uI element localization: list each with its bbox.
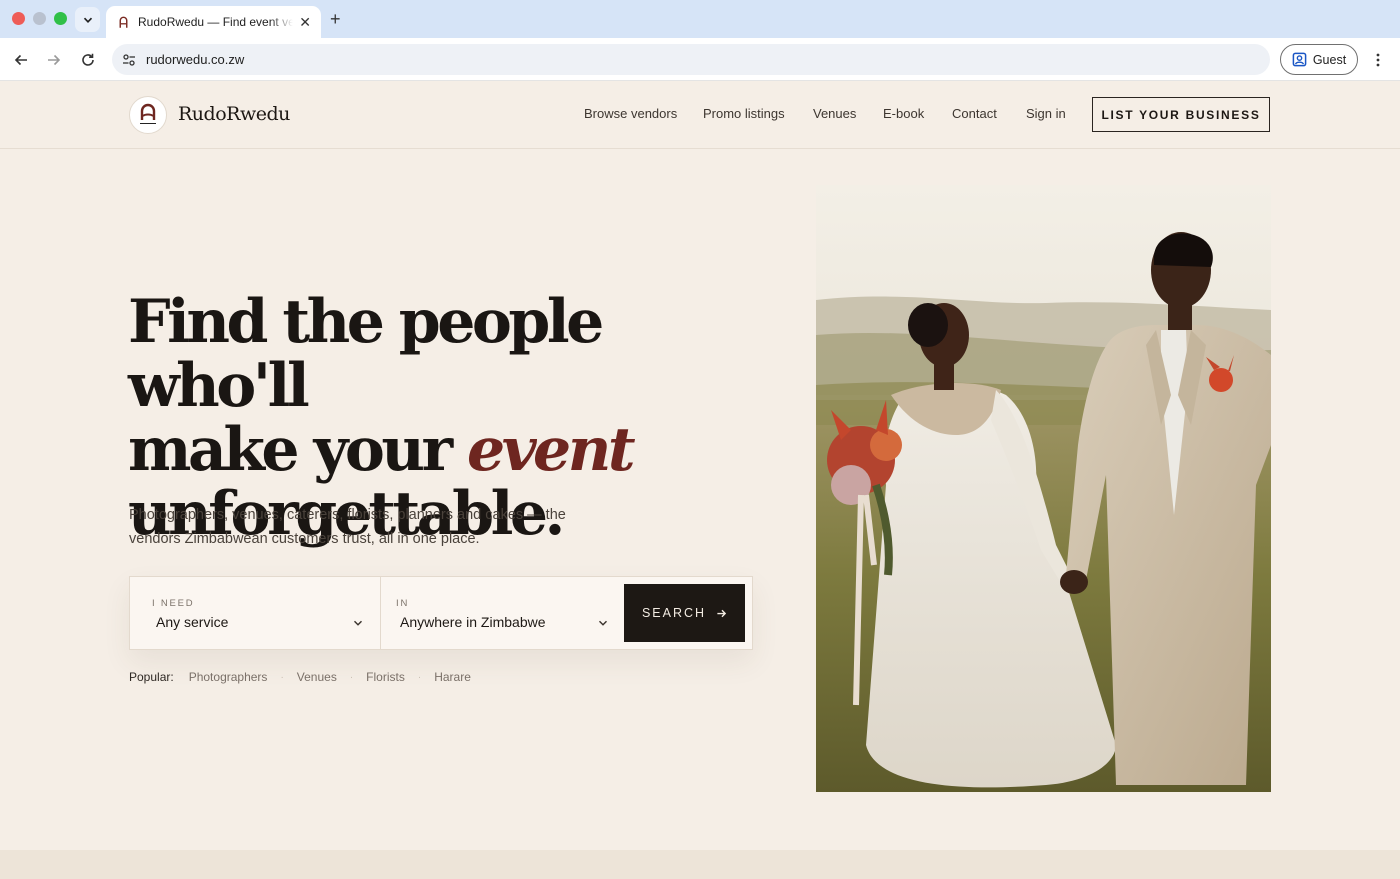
- site-settings-icon[interactable]: [120, 51, 138, 69]
- brand-logo[interactable]: [129, 96, 167, 134]
- location-select-label: IN: [396, 598, 410, 609]
- separator-dot: ·: [280, 671, 284, 683]
- browser-menu-icon[interactable]: [1370, 50, 1386, 70]
- headline-line-2: make your: [128, 415, 468, 485]
- service-select[interactable]: I NEED Any service: [130, 577, 381, 649]
- nav-promo-listings[interactable]: Promo listings: [703, 106, 785, 121]
- next-section-edge: [0, 850, 1400, 879]
- hero-couple-image: [816, 185, 1271, 792]
- chevron-down-icon: [598, 620, 608, 626]
- profile-icon: [1292, 52, 1307, 67]
- url-text: rudorwedu.co.zw: [146, 52, 245, 67]
- nav-browse-vendors[interactable]: Browse vendors: [584, 106, 677, 121]
- popular-searches: Popular: Photographers · Venues · Floris…: [129, 670, 471, 684]
- browser-tab-active[interactable]: RudoRwedu — Find event vendors ✕: [106, 6, 321, 38]
- back-arrow-icon[interactable]: [11, 50, 31, 70]
- tab-close-icon[interactable]: ✕: [299, 15, 311, 29]
- window-maximize-button[interactable]: [54, 12, 67, 25]
- browser-tab-bar: RudoRwedu — Find event vendors ✕ +: [0, 0, 1400, 38]
- tab-title: RudoRwedu — Find event vendors: [138, 15, 293, 29]
- nav-ebook[interactable]: E-book: [883, 106, 924, 121]
- browser-toolbar: rudorwedu.co.zw Guest: [0, 38, 1400, 81]
- reload-icon[interactable]: [78, 50, 98, 70]
- popular-link-harare[interactable]: Harare: [434, 670, 471, 684]
- search-button-label: SEARCH: [641, 606, 707, 620]
- forward-arrow-icon[interactable]: [44, 50, 64, 70]
- popular-label: Popular:: [129, 670, 174, 684]
- popular-link-venues[interactable]: Venues: [297, 670, 337, 684]
- window-minimize-button[interactable]: [33, 12, 46, 25]
- popular-link-florists[interactable]: Florists: [366, 670, 405, 684]
- profile-label: Guest: [1312, 52, 1347, 67]
- window-close-button[interactable]: [12, 12, 25, 25]
- profile-button[interactable]: Guest: [1280, 44, 1358, 75]
- chevron-down-icon: [83, 17, 92, 23]
- brand-name[interactable]: RudoRwedu: [178, 103, 290, 125]
- address-bar[interactable]: rudorwedu.co.zw: [112, 44, 1270, 75]
- arrow-right-icon: [717, 609, 727, 617]
- headline-emphasis: event: [467, 415, 636, 485]
- nav-contact[interactable]: Contact: [952, 106, 997, 121]
- nav-sign-in[interactable]: Sign in: [1026, 106, 1066, 121]
- location-select-value: Anywhere in Zimbabwe: [400, 614, 546, 630]
- chevron-down-icon: [353, 620, 363, 626]
- service-select-label: I NEED: [152, 598, 195, 609]
- nav-venues[interactable]: Venues: [813, 106, 856, 121]
- tab-search-button[interactable]: [75, 7, 100, 32]
- hero-subtitle: Photographers, venues, caterers, florist…: [129, 507, 566, 547]
- popular-link-photographers[interactable]: Photographers: [189, 670, 268, 684]
- vendor-search-form: I NEED Any service IN Anywhere in Zimbab…: [129, 576, 753, 650]
- separator-dot: ·: [349, 671, 354, 683]
- separator-dot: ·: [417, 671, 422, 683]
- list-business-button[interactable]: LIST YOUR BUSINESS: [1092, 97, 1270, 132]
- location-select[interactable]: IN Anywhere in Zimbabwe: [381, 577, 625, 649]
- site-header: RudoRwedu Browse vendors Promo listings …: [0, 82, 1400, 149]
- new-tab-button[interactable]: +: [330, 9, 341, 29]
- site-favicon-icon: [116, 15, 130, 29]
- brand-logo-icon: [140, 103, 156, 124]
- headline-line-1: Find the people who'll: [128, 287, 604, 421]
- search-button[interactable]: SEARCH: [624, 584, 745, 642]
- service-select-value: Any service: [156, 614, 229, 630]
